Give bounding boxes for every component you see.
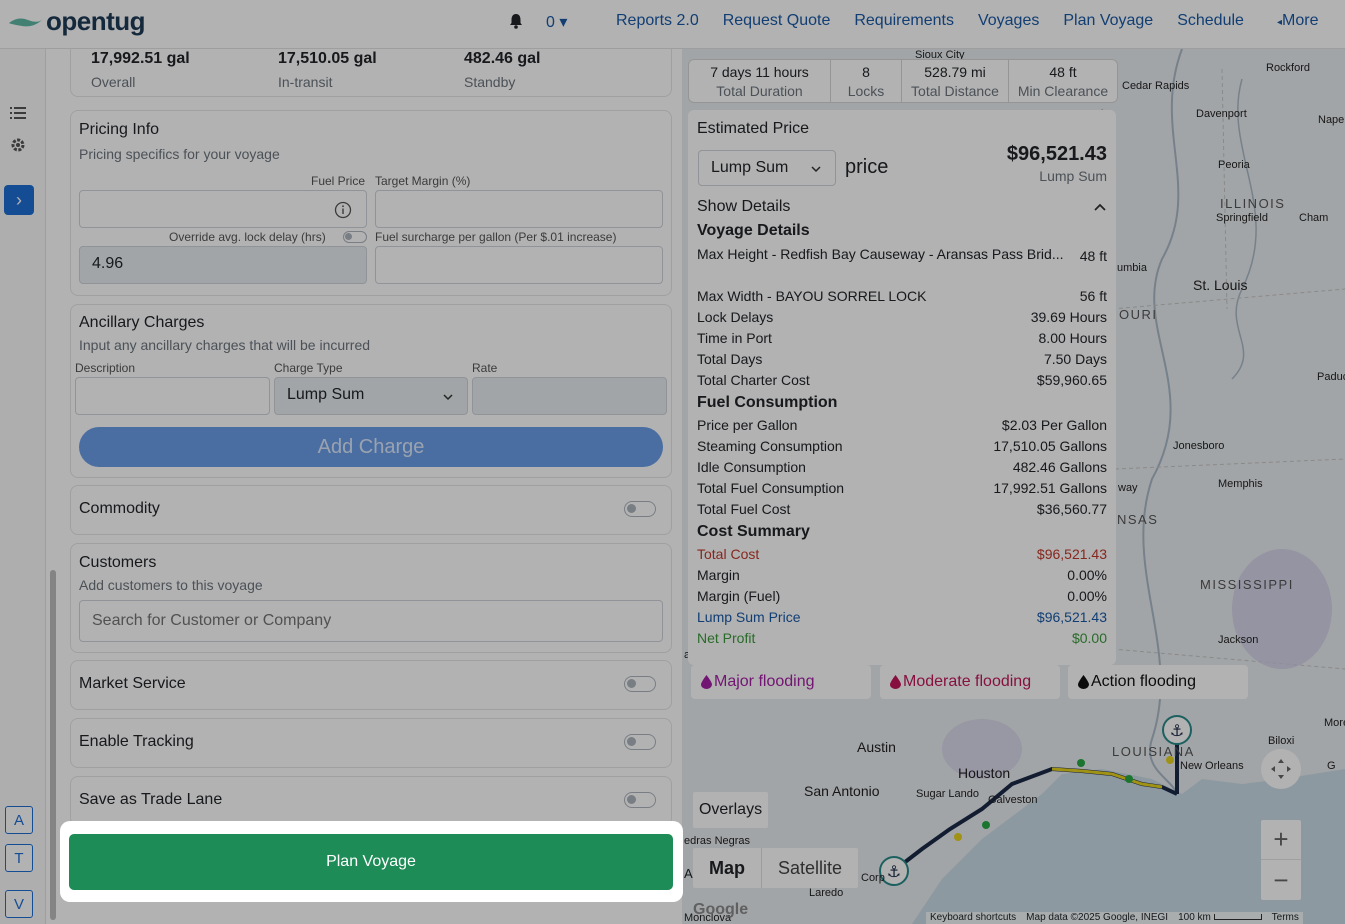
plan-voyage-button[interactable]: Plan Voyage [69, 834, 673, 890]
modal-dim-overlay [0, 0, 1345, 924]
